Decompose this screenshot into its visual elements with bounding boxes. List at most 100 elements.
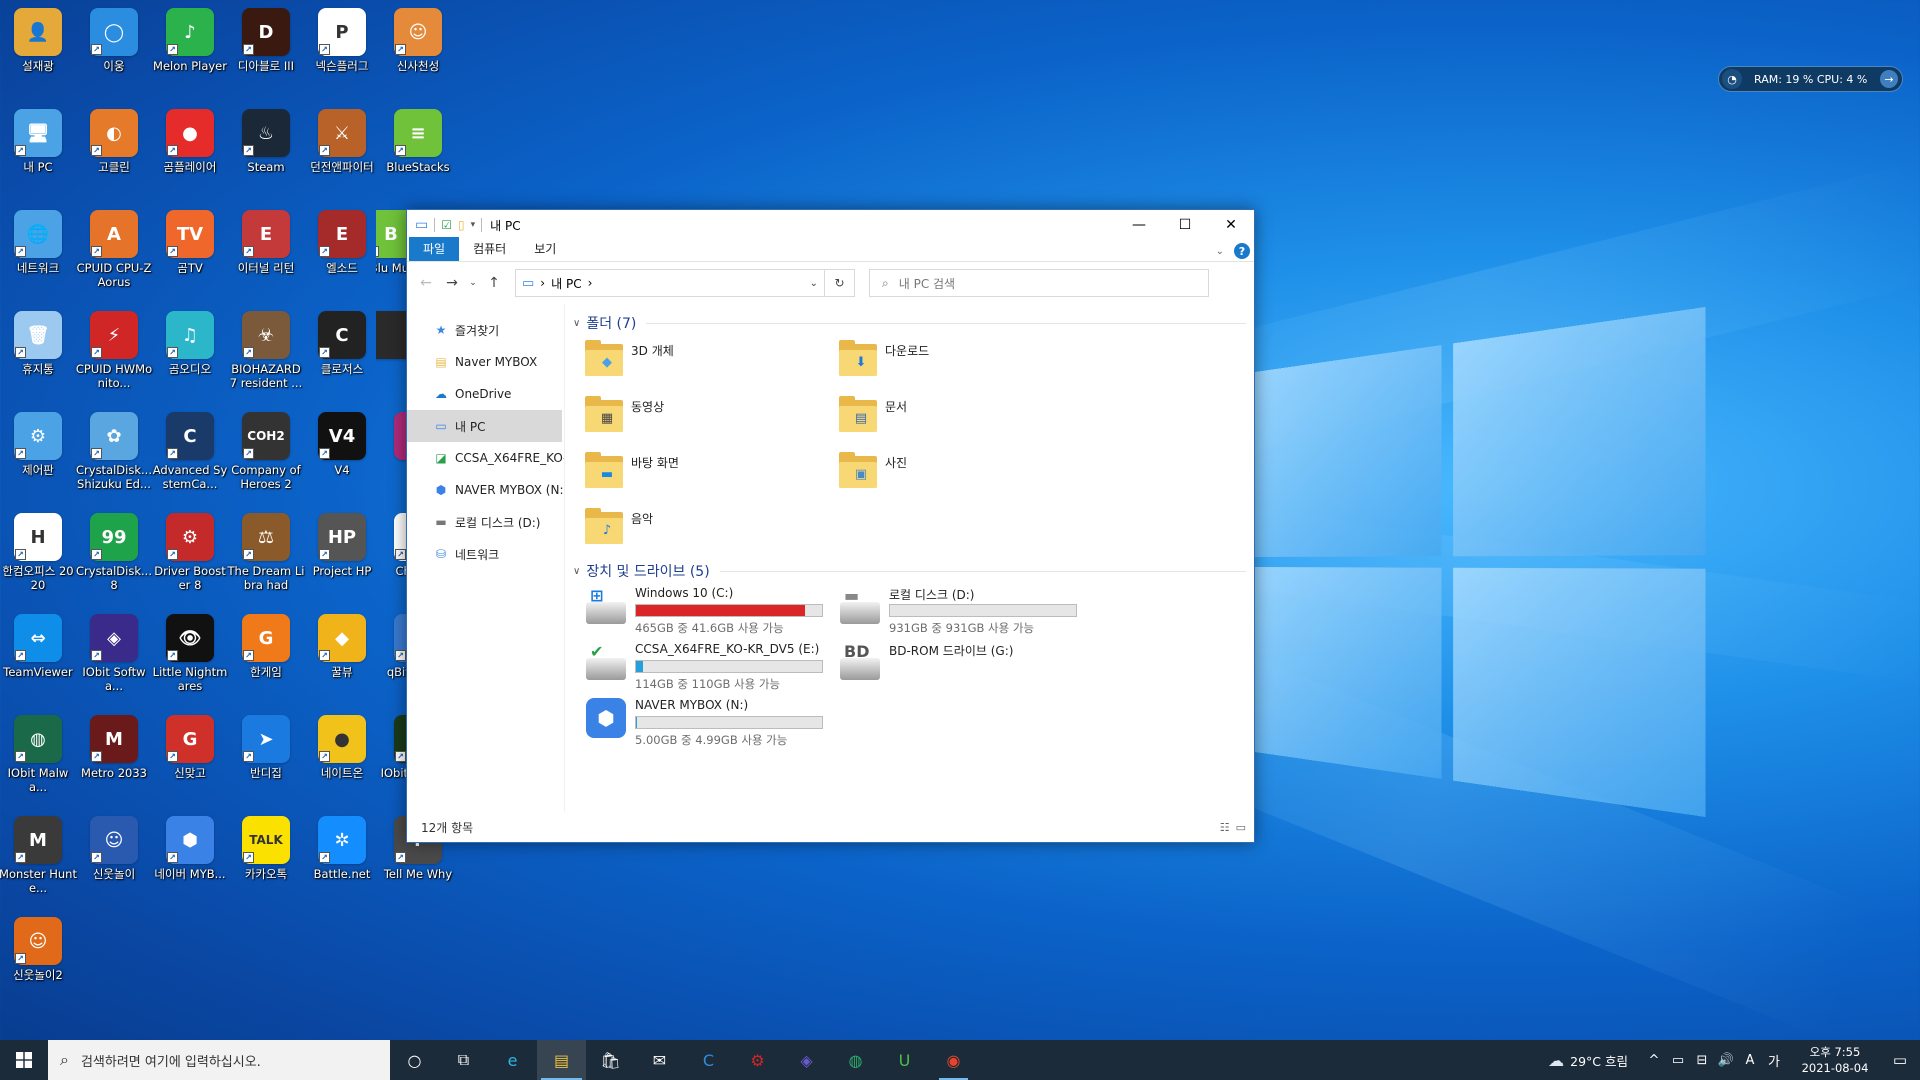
iobit-malware-icon[interactable]: ◍ <box>831 1040 880 1080</box>
store-icon[interactable]: 🛍 <box>586 1040 635 1080</box>
cortana-icon[interactable]: ○ <box>390 1040 439 1080</box>
nav-item[interactable]: ☁ OneDrive <box>407 378 564 410</box>
desktop-icon[interactable]: 👤 설재광 <box>0 2 76 94</box>
chevron-down-icon[interactable]: ▾ <box>471 220 476 230</box>
drive-item[interactable]: BD BD-ROM 드라이브 (G:) <box>839 638 1093 694</box>
desktop-icon[interactable]: TV ↗ 곰TV <box>152 204 228 296</box>
taskbar-search[interactable]: ⌕ 검색하려면 여기에 입력하십시오. <box>48 1040 390 1080</box>
desktop-icon[interactable]: C ↗ Advanced SystemCa... <box>152 406 228 498</box>
drive-item[interactable]: ✔ CCSA_X64FRE_KO-KR_DV5 (E:) 114GB 중 110GB… <box>585 638 839 694</box>
desktop-icon[interactable]: TALK ↗ 카카오톡 <box>228 810 304 902</box>
nav-item[interactable]: ▬ 로컬 디스크 (D:) <box>407 506 564 538</box>
folder-item[interactable]: ▣ 사진 <box>839 446 1093 502</box>
task-view-icon[interactable]: ⧉ <box>439 1040 488 1080</box>
input-mode-icon[interactable]: A <box>1738 1053 1762 1068</box>
desktop-icon[interactable]: ◯ ↗ 이웅 <box>76 2 152 94</box>
desktop-icon[interactable]: 🗑 ↗ 휴지통 <box>0 305 76 397</box>
address-bar[interactable]: ▭ › 내 PC › ⌄ ↻ <box>515 269 855 297</box>
desktop-icon[interactable]: ◐ ↗ 고클린 <box>76 103 152 195</box>
desktop-icon[interactable]: ✲ ↗ Battle.net <box>304 810 380 902</box>
desktop-icon[interactable]: 99 ↗ CrystalDisk... 8 <box>76 507 152 599</box>
desktop-icon[interactable]: M ↗ Metro 2033 <box>76 709 152 801</box>
desktop-icon[interactable]: E ↗ 이터널 리턴 <box>228 204 304 296</box>
desktop-icon[interactable]: ✿ ↗ CrystalDisk... Shizuku Ed... <box>76 406 152 498</box>
desktop-icon[interactable]: H ↗ 한컴오피스 2020 <box>0 507 76 599</box>
nav-item[interactable]: ★ 즐겨찾기 <box>407 314 564 346</box>
chevron-down-icon[interactable]: ⌄ <box>810 278 818 289</box>
folder-item[interactable]: ⬇ 다운로드 <box>839 334 1093 390</box>
chrome-icon[interactable]: ◉ <box>929 1040 978 1080</box>
maximize-button[interactable]: ☐ <box>1162 210 1208 240</box>
notification-icon[interactable]: ▭ <box>1880 1051 1920 1069</box>
folder-item[interactable]: ♪ 음악 <box>585 502 839 558</box>
desktop-icon[interactable]: ⚖ ↗ The Dream Libra had <box>228 507 304 599</box>
desktop-icon[interactable]: COH2 ↗ Company of Heroes 2 <box>228 406 304 498</box>
drives-group-header[interactable]: ∨ 장치 및 드라이브 (5) <box>573 560 1246 582</box>
desktop-icon[interactable]: ≡ ↗ BlueStacks <box>380 103 456 195</box>
search-box[interactable]: ⌕ 내 PC 검색 <box>869 269 1209 297</box>
desktop-icon[interactable]: ● ↗ 곰플레이어 <box>152 103 228 195</box>
desktop-icon[interactable]: G ↗ 한게임 <box>228 608 304 700</box>
desktop-icon[interactable]: ☣ ↗ BIOHAZARD 7 resident ... <box>228 305 304 397</box>
file-explorer-icon[interactable]: ▤ <box>537 1040 586 1080</box>
ribbon-expand-icon[interactable]: ⌄ <box>1216 246 1224 257</box>
desktop-icon[interactable]: B↗ Blu Mul <box>376 204 406 296</box>
start-button[interactable] <box>0 1040 48 1080</box>
arrow-right-icon[interactable]: → <box>1880 70 1898 88</box>
details-view-icon[interactable]: ☷ <box>1220 821 1230 834</box>
desktop-icon[interactable]: ◆ ↗ 꿀뷰 <box>304 608 380 700</box>
network-icon[interactable]: ⊟ <box>1690 1053 1714 1068</box>
drive-item[interactable]: ▬ 로컬 디스크 (D:) 931GB 중 931GB 사용 가능 <box>839 582 1093 638</box>
minimize-button[interactable]: — <box>1116 210 1162 240</box>
tray-app-icon[interactable]: ▭ <box>1666 1053 1690 1068</box>
show-hidden-icons[interactable]: ^ <box>1642 1053 1666 1068</box>
desktop-icon[interactable]: ● ↗ 네이트온 <box>304 709 380 801</box>
iobit-uninstaller-icon[interactable]: U <box>880 1040 929 1080</box>
desktop-icon[interactable]: M ↗ Monster Hunte... <box>0 810 77 902</box>
desktop-icon[interactable]: 🖥 ↗ 내 PC <box>0 103 76 195</box>
recent-locations-icon[interactable]: ⌄ <box>467 278 479 288</box>
tab-computer[interactable]: 컴퓨터 <box>459 237 520 261</box>
drive-item[interactable]: ⬢ NAVER MYBOX (N:) 5.00GB 중 4.99GB 사용 가능 <box>585 694 839 750</box>
weather-widget[interactable]: ☁ 29°C 흐림 <box>1548 1051 1628 1070</box>
taskbar-search-input[interactable]: 검색하려면 여기에 입력하십시오. <box>81 1051 261 1070</box>
volume-icon[interactable]: 🔊 <box>1714 1053 1738 1068</box>
desktop-icon[interactable] <box>376 305 406 397</box>
ime-icon[interactable]: 가 <box>1762 1051 1786 1070</box>
desktop-icon[interactable]: C ↗ 클로저스 <box>304 305 380 397</box>
desktop-icon[interactable]: G ↗ 신맞고 <box>152 709 228 801</box>
folders-group-header[interactable]: ∨ 폴더 (7) <box>573 312 1246 334</box>
desktop-icon[interactable]: ◍ ↗ IObit Malwa... <box>0 709 76 801</box>
desktop-icon[interactable]: ☺ ↗ 신사천성 <box>380 2 456 94</box>
nav-item[interactable]: ⬢ NAVER MYBOX (N:) <box>407 474 564 506</box>
nav-item[interactable]: ⛁ 네트워크 <box>407 538 564 570</box>
desktop-icon[interactable]: ◈ ↗ IObit Softwa... <box>76 608 152 700</box>
drive-item[interactable]: ⊞ Windows 10 (C:) 465GB 중 41.6GB 사용 가능 <box>585 582 839 638</box>
desktop-icon[interactable]: P ↗ 넥슨플러그 <box>304 2 380 94</box>
help-icon[interactable]: ? <box>1234 243 1250 259</box>
desktop-icon[interactable]: ☺ ↗ 신웃놀이 <box>76 810 152 902</box>
refresh-button[interactable]: ↻ <box>824 270 854 296</box>
forward-button[interactable]: → <box>441 275 463 291</box>
breadcrumb-my-pc[interactable]: 내 PC <box>551 275 581 292</box>
desktop-icon[interactable]: ♪ ↗ Melon Player <box>152 2 228 94</box>
edge-icon[interactable]: e <box>488 1040 537 1080</box>
clock[interactable]: 오후 7:55 2021-08-04 <box>1794 1044 1876 1076</box>
large-icons-view-icon[interactable]: ▭ <box>1236 821 1246 834</box>
title-bar[interactable]: ▭ ☑ ▯ ▾ 내 PC — ☐ ✕ <box>407 210 1254 240</box>
desktop-icon[interactable]: ⚔ ↗ 던전앤파이터 <box>304 103 380 195</box>
tab-view[interactable]: 보기 <box>520 237 570 261</box>
desktop-icon[interactable]: HP ↗ Project HP <box>304 507 380 599</box>
iobit-software-icon[interactable]: ◈ <box>782 1040 831 1080</box>
mail-icon[interactable]: ✉ <box>635 1040 684 1080</box>
folder-item[interactable]: ▤ 문서 <box>839 390 1093 446</box>
search-input[interactable]: 내 PC 검색 <box>899 275 955 292</box>
desktop-icon[interactable]: ⬢ ↗ 네이버 MYB... <box>152 810 228 902</box>
back-button[interactable]: ← <box>415 275 437 291</box>
desktop-icon[interactable]: 👁 ↗ Little Nightmares <box>152 608 228 700</box>
desktop-icon[interactable]: E ↗ 엘소드 <box>304 204 380 296</box>
desktop-icon[interactable]: ⇔ ↗ TeamViewer <box>0 608 76 700</box>
up-button[interactable]: ↑ <box>483 275 505 291</box>
desktop-icon[interactable]: ♫ ↗ 곰오디오 <box>152 305 228 397</box>
system-monitor-widget[interactable]: ◔ RAM: 19 % CPU: 4 % → <box>1718 66 1903 92</box>
